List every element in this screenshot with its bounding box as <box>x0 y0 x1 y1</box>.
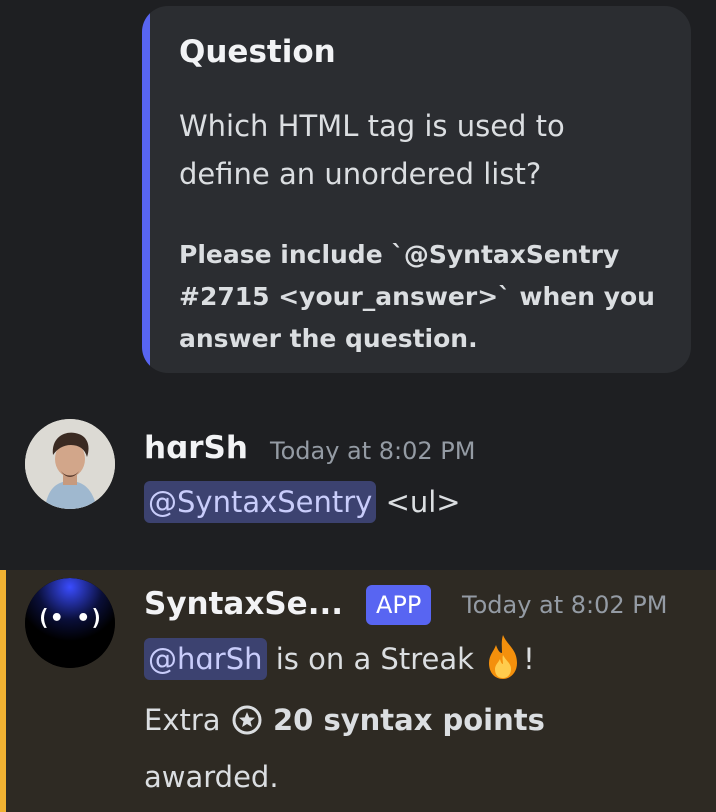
mention[interactable]: @hɑrSh <box>144 638 267 680</box>
streak-exclaim: ! <box>523 642 535 676</box>
timestamp[interactable]: Today at 8:02 PM <box>462 591 668 619</box>
bot-line-awarded: awarded. <box>144 760 279 794</box>
fire-icon <box>489 635 518 679</box>
avatar[interactable] <box>25 419 115 509</box>
message-text: <ul> <box>385 485 461 519</box>
bot-line-streak: @hɑrSh is on a Streak ! <box>144 630 535 688</box>
timestamp[interactable]: Today at 8:02 PM <box>270 437 476 465</box>
bot-line-points: Extra 20 syntax points <box>144 691 545 749</box>
user-avatar-icon <box>25 419 115 509</box>
bot-face: (• •) <box>36 606 104 631</box>
star-circle-icon <box>232 705 262 735</box>
mention[interactable]: @SyntaxSentry <box>144 481 377 523</box>
mention-highlight-bar <box>0 570 6 812</box>
bot-avatar[interactable]: (• •) <box>25 578 115 668</box>
embed-title: Question <box>179 34 336 70</box>
question-embed: Question Which HTML tag is used to defin… <box>142 6 691 373</box>
username[interactable]: SyntaxSe... <box>144 586 343 622</box>
streak-text: is on a Streak <box>275 642 474 676</box>
points-prefix: Extra <box>144 703 221 737</box>
app-badge: APP <box>366 585 432 625</box>
message-bot[interactable]: (• •) SyntaxSe... APP Today at 8:02 PM @… <box>0 570 716 812</box>
embed-accent-bar <box>142 6 150 373</box>
embed-description: Which HTML tag is used to define an unor… <box>179 109 565 191</box>
points-amount: 20 syntax points <box>273 703 545 737</box>
message-content: @SyntaxSentry <ul> <box>144 478 461 526</box>
message-user[interactable]: hɑrSh Today at 8:02 PM @SyntaxSentry <ul… <box>0 400 716 565</box>
embed-note: Please include `@SyntaxSentry #2715 <you… <box>179 240 655 353</box>
username[interactable]: hɑrSh <box>144 430 248 466</box>
